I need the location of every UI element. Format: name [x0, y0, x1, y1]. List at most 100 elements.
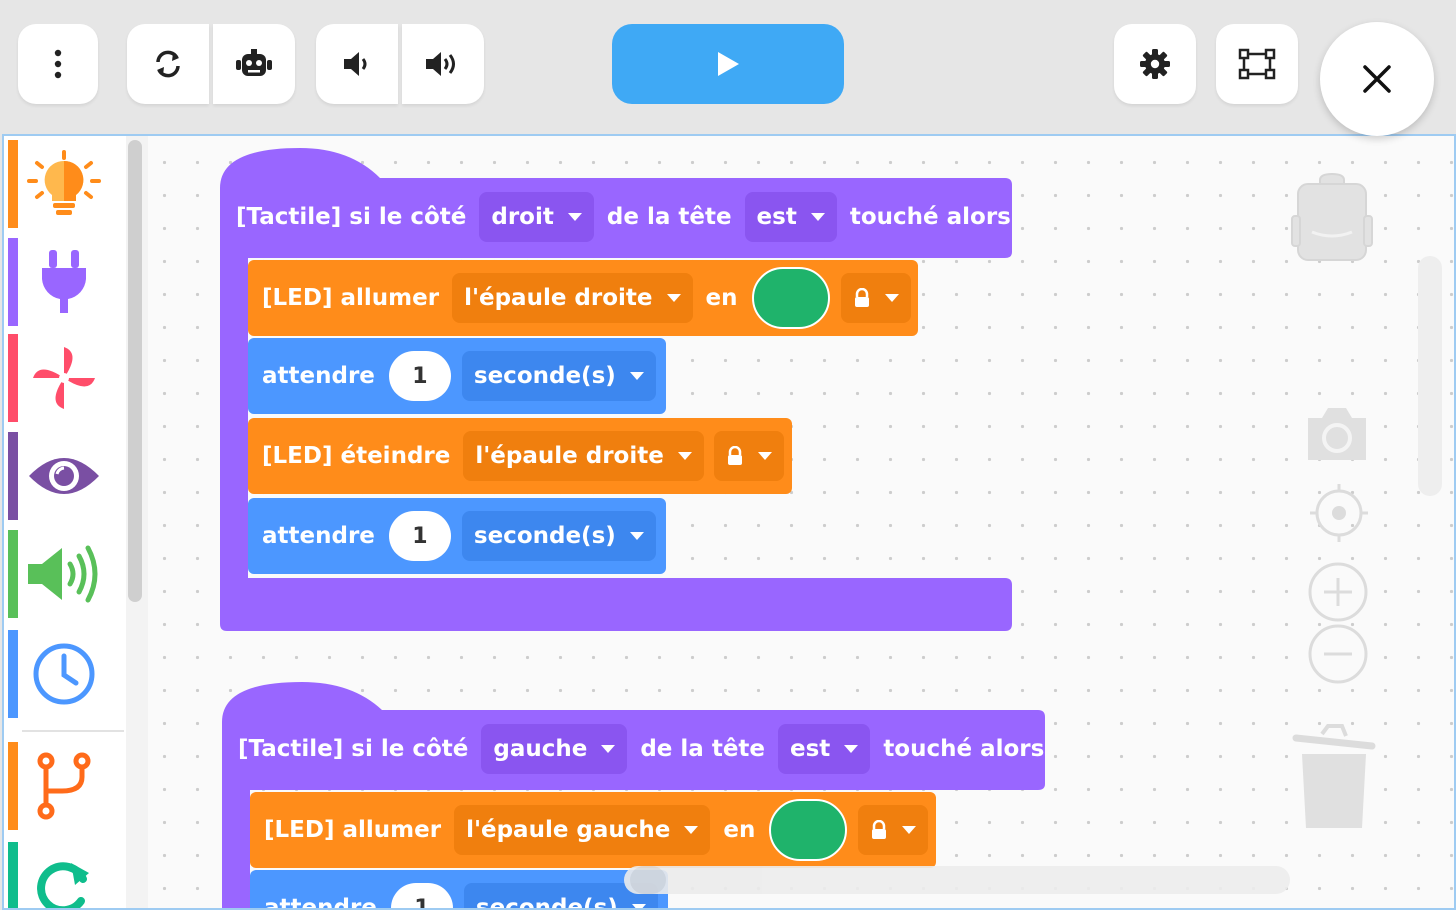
trash-icon[interactable]	[1292, 722, 1376, 832]
block-workspace[interactable]: [Tactile] si le côté droit de la tête es…	[2, 134, 1456, 910]
wait-row: attendre 1 seconde(s)	[254, 351, 661, 401]
side-dropdown[interactable]: gauche	[481, 724, 628, 774]
led-target-dropdown[interactable]: l'épaule droite	[463, 431, 704, 481]
led-on-mid: en	[705, 285, 738, 311]
category-sound[interactable]	[4, 526, 126, 618]
lightbulb-icon	[24, 144, 104, 224]
hat-row: [Tactile] si le côté droit de la tête es…	[228, 192, 1019, 242]
chevron-down-icon	[631, 904, 646, 908]
chevron-down-icon	[601, 745, 616, 753]
wait-duration-input[interactable]: 1	[388, 351, 451, 401]
lock-dropdown[interactable]	[840, 273, 911, 323]
zoom-out-icon[interactable]	[1306, 622, 1370, 686]
led-target-value: l'épaule droite	[464, 285, 653, 311]
side-dropdown[interactable]: droit	[479, 192, 594, 242]
color-picker[interactable]	[751, 267, 830, 329]
lock-dropdown[interactable]	[858, 805, 929, 855]
clock-icon	[24, 634, 104, 714]
category-sensors[interactable]	[4, 234, 126, 326]
side-value: gauche	[493, 736, 588, 762]
backpack-icon[interactable]	[1290, 172, 1374, 264]
menu-button[interactable]	[18, 24, 98, 104]
chevron-down-icon	[684, 826, 699, 834]
category-strip	[8, 842, 18, 908]
chevron-down-icon	[902, 826, 917, 834]
selection-frame-icon	[1238, 48, 1276, 80]
refresh-button[interactable]	[127, 24, 209, 104]
category-time[interactable]	[4, 626, 126, 718]
chevron-down-icon	[629, 372, 644, 380]
category-control[interactable]	[4, 738, 126, 830]
chevron-down-icon	[666, 294, 681, 302]
scrollbar-thumb[interactable]	[630, 866, 666, 894]
hat-mid: de la tête	[640, 736, 766, 762]
unit-value: seconde(s)	[473, 523, 616, 549]
toolbox-divider	[22, 730, 124, 732]
wait-row: attendre 1 seconde(s)	[256, 883, 663, 910]
selection-button[interactable]	[1216, 24, 1298, 104]
unit-value: seconde(s)	[475, 895, 618, 910]
volume-down-icon	[344, 52, 367, 76]
crosshair-icon[interactable]	[1308, 482, 1370, 544]
unit-dropdown[interactable]: seconde(s)	[461, 511, 656, 561]
chevron-down-icon	[757, 452, 772, 460]
wait-duration-input[interactable]: 1	[390, 883, 453, 908]
unit-dropdown[interactable]: seconde(s)	[461, 351, 656, 401]
wait-row: attendre 1 seconde(s)	[254, 511, 661, 561]
lock-dropdown[interactable]	[713, 431, 784, 481]
settings-button[interactable]	[1114, 24, 1196, 104]
led-on-prefix: [LED] allumer	[262, 285, 440, 311]
category-led[interactable]	[4, 136, 126, 228]
lock-icon	[854, 288, 869, 307]
workspace-vertical-scrollbar[interactable]	[1418, 256, 1442, 496]
led-target-dropdown[interactable]: l'épaule gauche	[454, 805, 711, 855]
chevron-down-icon	[567, 213, 582, 221]
gear-icon	[1140, 49, 1170, 79]
led-on-prefix: [LED] allumer	[264, 817, 442, 843]
led-target-value: l'épaule droite	[475, 443, 664, 469]
state-dropdown[interactable]: est	[778, 724, 871, 774]
hat-prefix: [Tactile] si le côté	[238, 736, 469, 762]
camera-icon[interactable]	[1304, 404, 1370, 464]
volume-up-icon	[426, 52, 455, 76]
close-button[interactable]	[1320, 22, 1434, 136]
chevron-down-icon	[810, 213, 825, 221]
category-strip	[8, 140, 18, 228]
chevron-down-icon	[844, 745, 859, 753]
lock-icon	[727, 446, 742, 465]
workspace-horizontal-scrollbar[interactable]	[624, 866, 1290, 894]
chevron-down-icon	[629, 532, 644, 540]
top-toolbar	[0, 0, 1456, 134]
chevron-down-icon	[884, 294, 899, 302]
led-on-row: [LED] allumer l'épaule droite en	[254, 267, 916, 329]
category-strip	[8, 334, 18, 422]
state-dropdown[interactable]: est	[744, 192, 837, 242]
wait-prefix: attendre	[262, 523, 375, 549]
category-strip	[8, 530, 18, 618]
branch-icon	[24, 746, 104, 826]
side-value: droit	[491, 204, 554, 230]
volume-down-button[interactable]	[316, 24, 398, 104]
pinwheel-icon	[24, 338, 104, 418]
wait-duration-input[interactable]: 1	[388, 511, 451, 561]
led-on-mid: en	[723, 817, 756, 843]
toolbox-scrollbar[interactable]	[128, 140, 142, 602]
loop-icon	[24, 846, 104, 908]
close-icon	[1363, 65, 1391, 93]
hat-suffix: touché alors	[883, 736, 1045, 762]
color-picker[interactable]	[769, 799, 848, 861]
robot-button[interactable]	[213, 24, 295, 104]
zoom-in-icon[interactable]	[1306, 560, 1370, 624]
led-target-dropdown[interactable]: l'épaule droite	[452, 273, 693, 323]
robot-icon	[236, 49, 272, 76]
category-loop[interactable]	[4, 838, 126, 908]
category-strip	[8, 742, 18, 830]
eye-icon	[24, 436, 104, 516]
play-button[interactable]	[612, 24, 844, 104]
category-motion[interactable]	[4, 330, 126, 422]
category-strip	[8, 432, 18, 520]
volume-up-button[interactable]	[402, 24, 484, 104]
chevron-down-icon	[677, 452, 692, 460]
category-vision[interactable]	[4, 428, 126, 520]
unit-value: seconde(s)	[473, 363, 616, 389]
